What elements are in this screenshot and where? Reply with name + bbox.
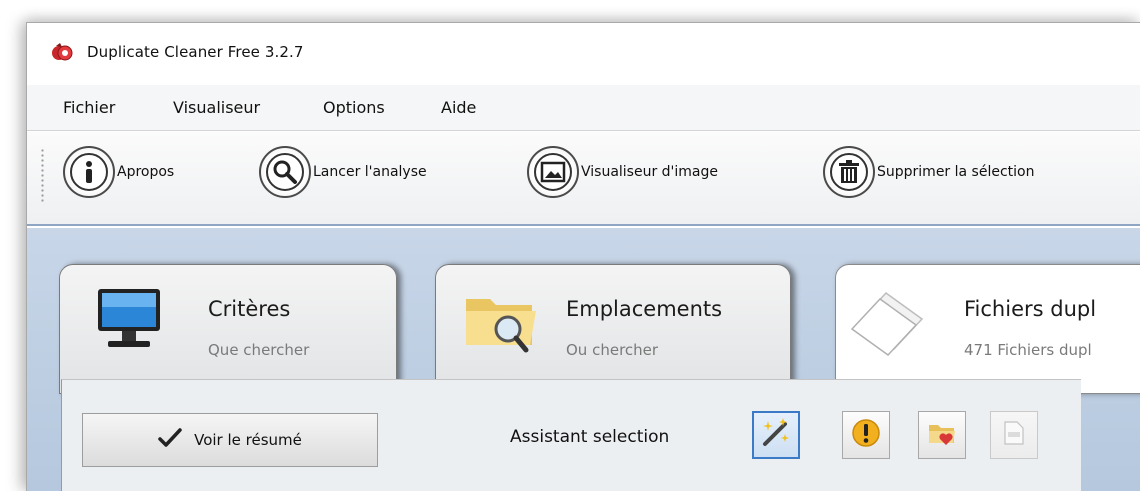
menu-visualiseur[interactable]: Visualiseur (173, 98, 260, 117)
trash-icon (823, 146, 875, 198)
folder-heart-button[interactable] (918, 411, 966, 459)
apropos-button[interactable]: Apropos (63, 144, 174, 200)
warning-button[interactable] (842, 411, 890, 459)
app-window: Duplicate Cleaner Free 3.2.7 Fichier Vis… (26, 22, 1140, 491)
selection-panel: Voir le résumé Assistant selection (61, 379, 1081, 491)
lancer-analyse-label: Lancer l'analyse (313, 164, 427, 180)
visualiseur-image-button[interactable]: Visualiseur d'image (527, 144, 718, 200)
info-icon (63, 146, 115, 198)
supprimer-selection-button[interactable]: Supprimer la sélection (823, 144, 1034, 200)
voir-resume-button[interactable]: Voir le résumé (82, 413, 378, 467)
menu-options[interactable]: Options (323, 98, 385, 117)
picture-icon (527, 146, 579, 198)
main-content: Critères Que chercher Emplacements Ou ch… (27, 228, 1140, 491)
magic-wand-icon (759, 416, 793, 454)
tab-fichiers-title: Fichiers dupl (964, 297, 1097, 321)
tab-criteres-subtitle: Que chercher (208, 341, 310, 359)
lancer-analyse-button[interactable]: Lancer l'analyse (259, 144, 427, 200)
text-file-icon (1003, 420, 1025, 450)
visualiseur-image-label: Visualiseur d'image (581, 164, 719, 180)
tab-criteres-title: Critères (208, 297, 291, 321)
checkmark-icon (158, 428, 182, 452)
folder-heart-icon (927, 419, 957, 451)
menu-aide[interactable]: Aide (441, 98, 476, 117)
menu-bar: Fichier Visualiseur Options Aide (27, 85, 1140, 131)
toolbar: Apropos Lancer l'analyse Visualiseur d'i… (27, 132, 1140, 226)
app-logo-icon (51, 42, 73, 64)
supprimer-selection-label: Supprimer la sélection (877, 164, 1035, 180)
assistant-selection-label: Assistant selection (510, 427, 670, 447)
title-bar: Duplicate Cleaner Free 3.2.7 (27, 23, 1140, 83)
tab-emplacements-subtitle: Ou chercher (566, 341, 659, 359)
tab-fichiers-subtitle: 471 Fichiers dupl (964, 341, 1092, 359)
tab-fichiers-duplicates[interactable]: Fichiers dupl 471 Fichiers dupl (835, 264, 1140, 394)
menu-fichier[interactable]: Fichier (63, 98, 115, 117)
apropos-label: Apropos (117, 164, 175, 180)
duplicate-files-icon (850, 289, 930, 363)
magic-wand-button[interactable] (752, 411, 800, 459)
warning-icon (851, 418, 881, 452)
folder-search-icon (462, 285, 542, 359)
monitor-icon (96, 287, 162, 355)
tab-emplacements-title: Emplacements (566, 297, 723, 321)
voir-resume-label: Voir le résumé (194, 431, 302, 449)
text-file-button[interactable] (990, 411, 1038, 459)
toolbar-grip[interactable] (41, 148, 44, 202)
tab-criteres[interactable]: Critères Que chercher (59, 264, 397, 394)
window-title: Duplicate Cleaner Free 3.2.7 (87, 43, 304, 61)
magnifier-icon (259, 146, 311, 198)
tab-emplacements[interactable]: Emplacements Ou chercher (435, 264, 791, 394)
